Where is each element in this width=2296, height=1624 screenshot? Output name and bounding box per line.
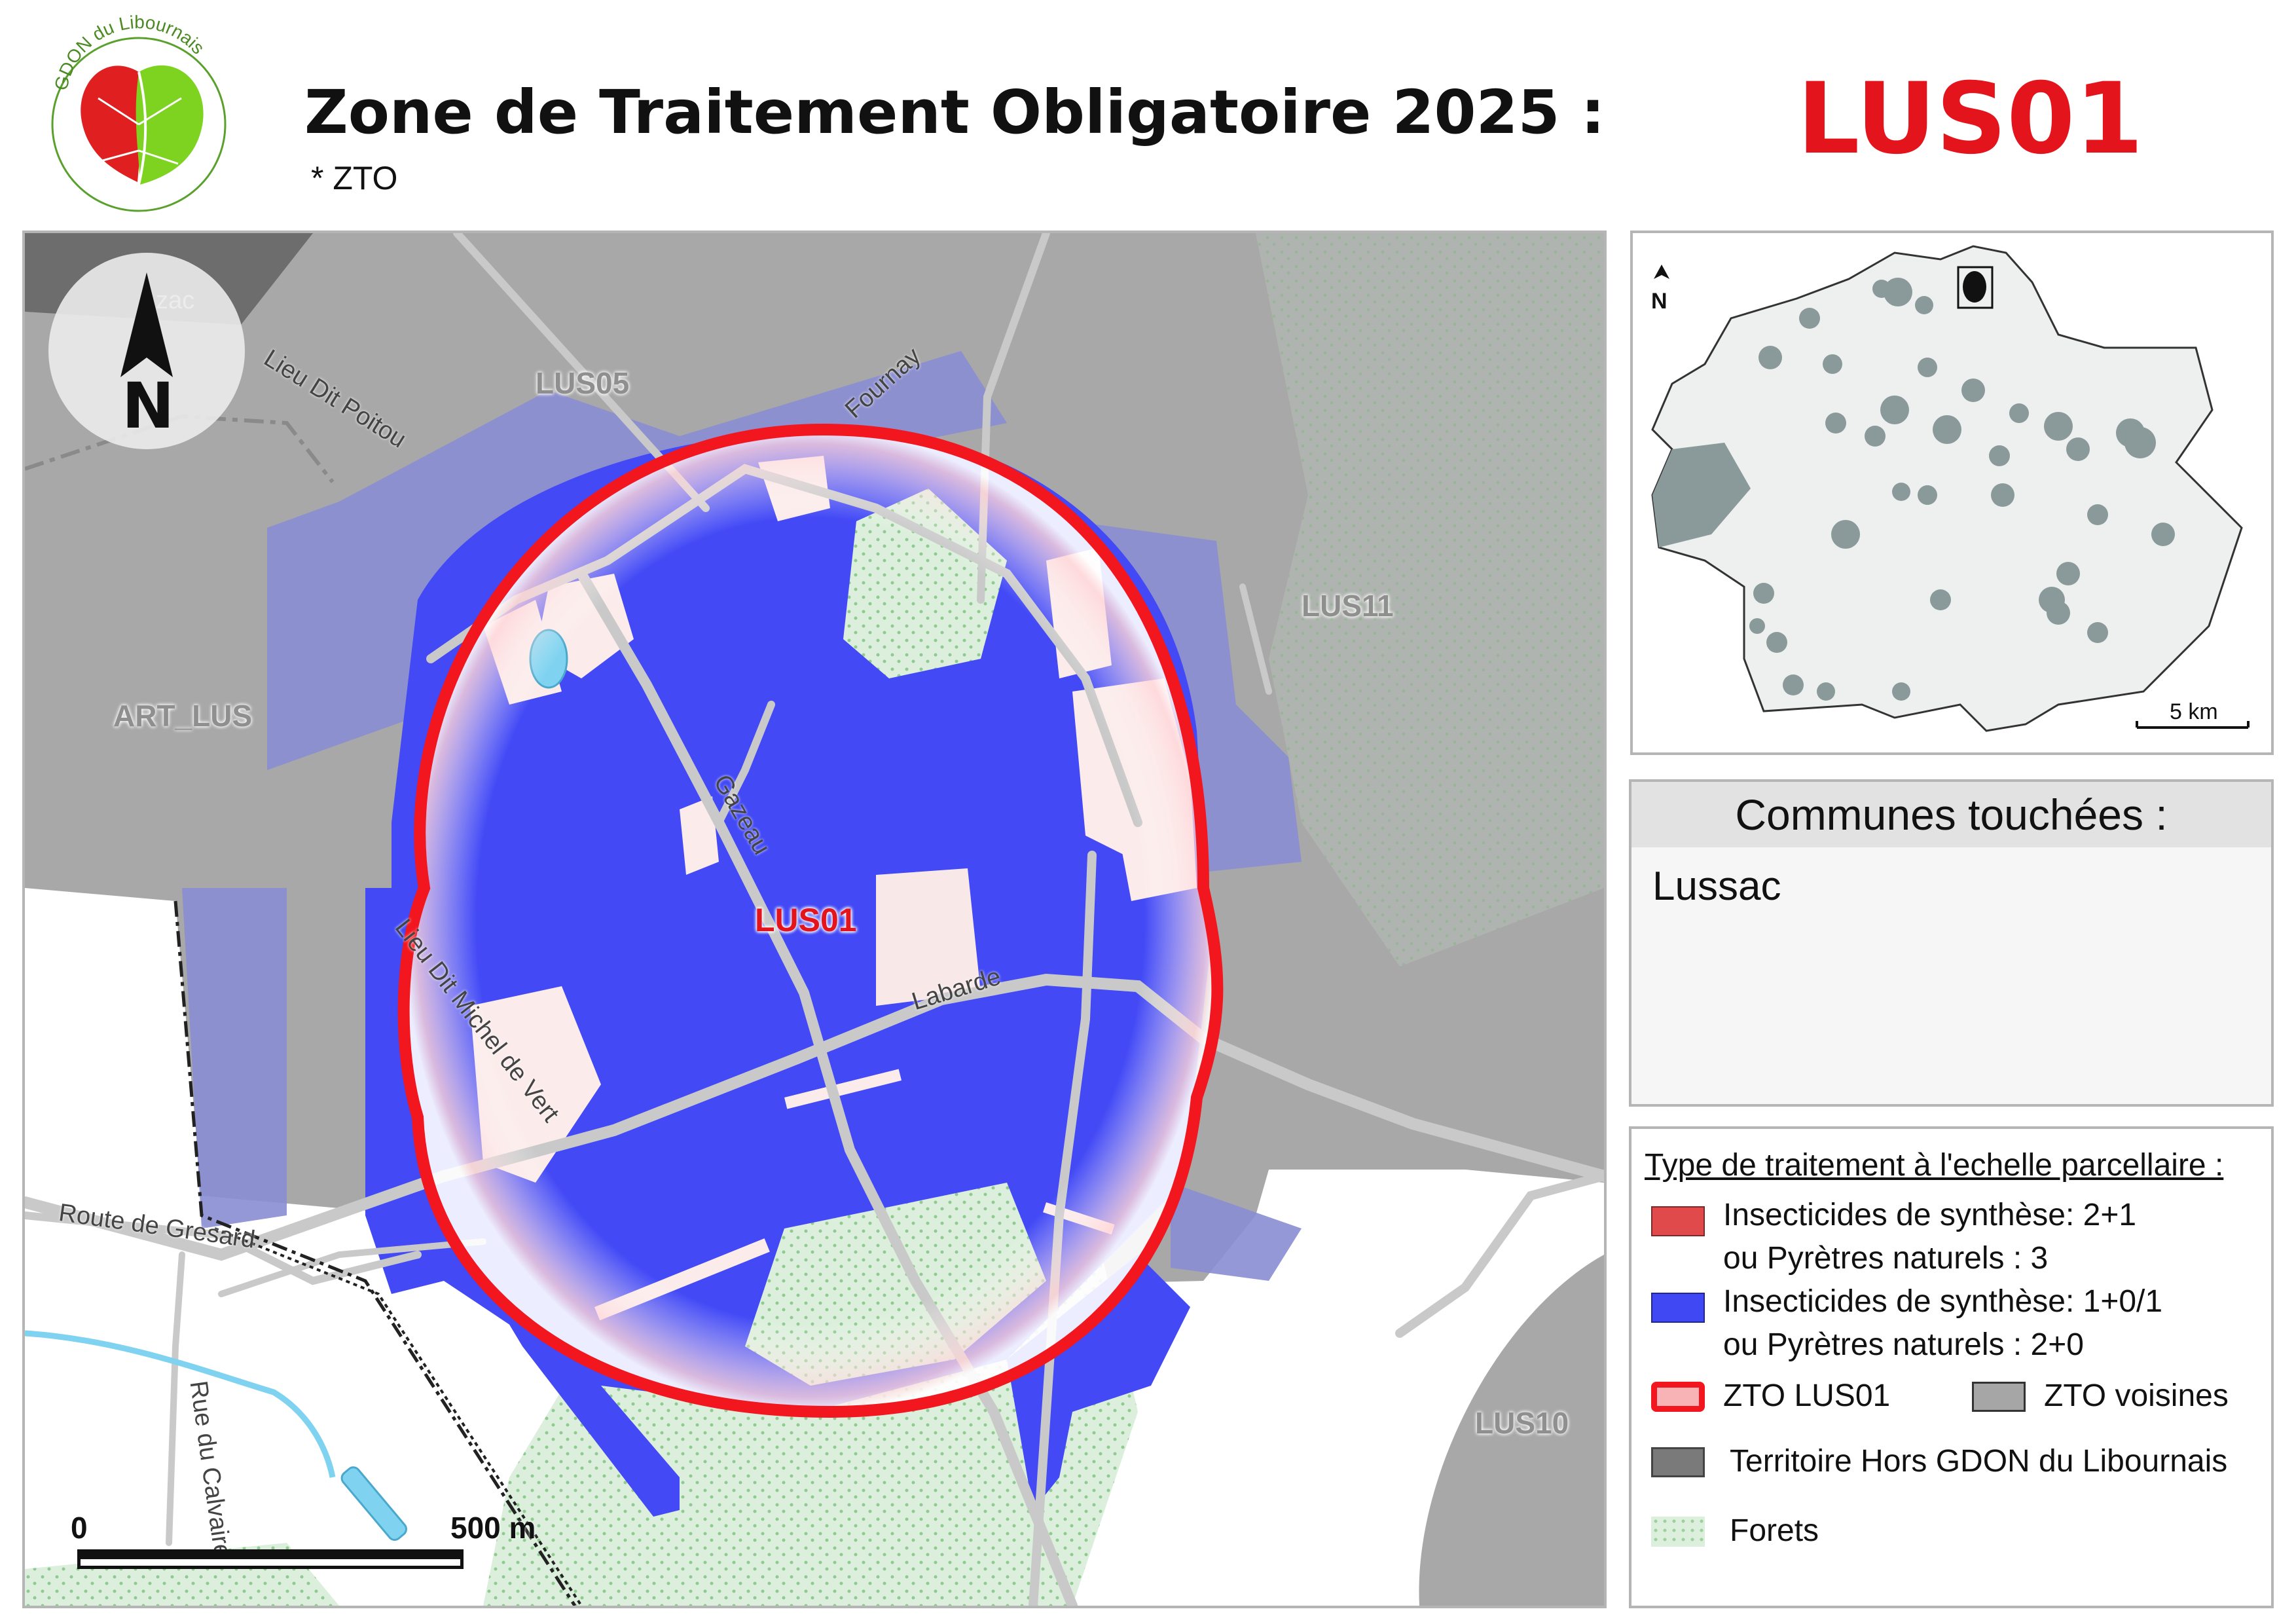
legend-outside-swatch [1651,1447,1705,1477]
legend-title: Type de traitement à l'echelle parcellai… [1645,1148,2224,1183]
north-arrow-label: N [122,369,175,443]
zone-code: LUS01 [1797,62,2143,176]
legend-red-line2: ou Pyrètres naturels : 3 [1723,1241,2049,1276]
label-art-lus: ART_LUS [113,699,253,733]
legend-forest-label: Forets [1730,1513,1819,1548]
communes-heading: Communes touchées : [1631,782,2271,847]
inset-map[interactable]: N 5 km [1630,231,2274,755]
scale-bar-end: 500 m [450,1511,536,1545]
main-map[interactable]: LUS01 LUS05 LUS11 ART_LUS LUS10 Lieu Dit… [22,231,1607,1608]
inset-north-label: N [1651,289,1667,314]
legend-red-line1: Insecticides de synthèse: 2+1 [1723,1198,2137,1232]
legend-blue-line1: Insecticides de synthèse: 1+0/1 [1723,1284,2163,1319]
inset-north-icon [1654,265,1669,279]
legend-outside-label: Territoire Hors GDON du Libournais [1730,1444,2228,1479]
inset-scale-label: 5 km [2170,699,2218,724]
legend-neighbors-swatch [1972,1382,2026,1412]
scale-bar: 0 500 m [71,1510,536,1576]
label-lus01: LUS01 [755,902,857,938]
legend-blue-swatch [1651,1293,1705,1323]
communes-panel: Communes touchées : Lussac [1629,779,2274,1107]
scale-bar-start: 0 [71,1511,88,1545]
label-lus11: LUS11 [1302,589,1394,623]
map-subtitle: * ZTO [311,160,398,196]
map-title: Zone de Traitement Obligatoire 2025 : [304,77,1605,147]
legend-zto-label: ZTO LUS01 [1723,1378,1891,1413]
commune-item: Lussac [1652,864,1781,909]
legend-panel: Type de traitement à l'echelle parcellai… [1629,1126,2274,1608]
label-lus10: LUS10 [1475,1406,1569,1440]
legend-zto-swatch [1651,1382,1705,1412]
legend-forest-swatch [1651,1517,1705,1547]
legend-neighbors-label: ZTO voisines [2044,1378,2229,1413]
legend-blue-line2: ou Pyrètres naturels : 2+0 [1723,1327,2084,1362]
label-lus05: LUS05 [536,366,630,400]
north-arrow: N [48,253,245,449]
gdon-logo: GDON du Libournais [41,12,237,216]
legend-red-swatch [1651,1206,1705,1236]
